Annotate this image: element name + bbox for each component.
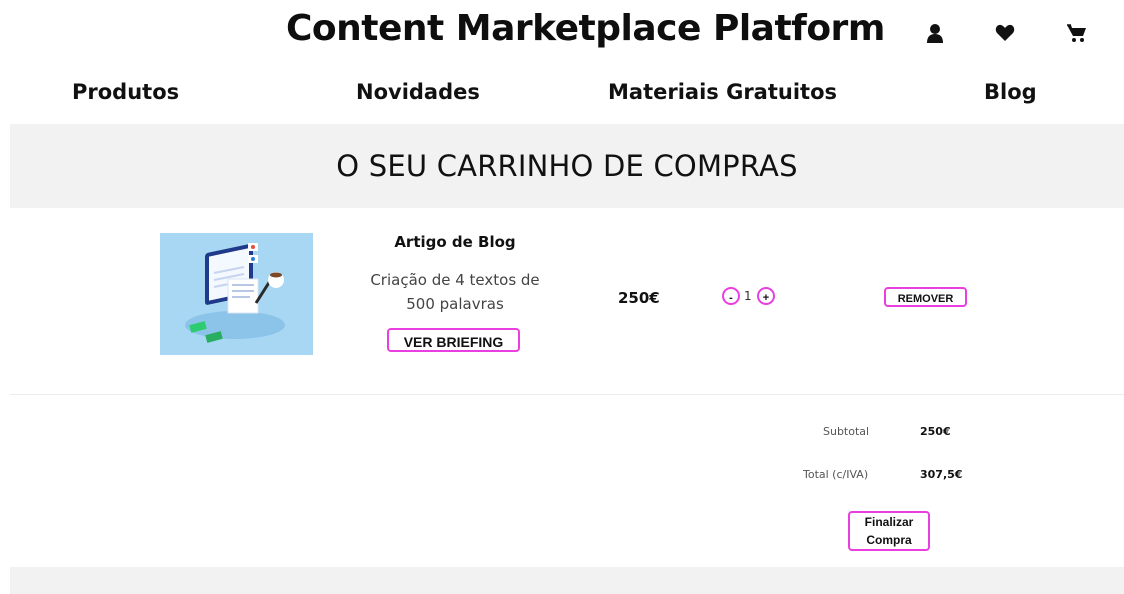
quantity-value: 1	[744, 289, 752, 303]
nav-item-produtos[interactable]: Produtos	[72, 80, 179, 104]
site-header: Content Marketplace Platform	[0, 0, 1124, 70]
item-price: 250€	[618, 289, 660, 307]
view-briefing-button[interactable]: VER BRIEFING	[387, 328, 520, 352]
product-name: Artigo de Blog	[394, 233, 516, 251]
subtotal-label: Subtotal	[823, 425, 870, 438]
nav-item-blog[interactable]: Blog	[984, 80, 1037, 104]
heart-icon[interactable]	[992, 20, 1018, 46]
cart-banner: O SEU CARRINHO DE COMPRAS	[10, 124, 1124, 208]
product-description: Criação de 4 textos de 500 palavras	[370, 271, 540, 313]
total-label: Total (c/IVA)	[803, 468, 869, 481]
total-value: 307,5€	[920, 468, 963, 481]
checkout-button[interactable]: Finalizar Compra	[848, 511, 930, 551]
main-nav: Produtos Novidades Materiais Gratuitos B…	[0, 80, 1124, 110]
divider	[10, 394, 1124, 395]
subtotal-value: 250€	[920, 425, 951, 438]
site-title[interactable]: Content Marketplace Platform	[286, 8, 885, 49]
quantity-decrease-button[interactable]: -	[722, 287, 740, 305]
nav-item-novidades[interactable]: Novidades	[356, 80, 480, 104]
page-title: O SEU CARRINHO DE COMPRAS	[336, 149, 798, 183]
quantity-increase-button[interactable]: +	[757, 287, 775, 305]
nav-item-materiais-gratuitos[interactable]: Materiais Gratuitos	[608, 80, 837, 104]
remove-item-button[interactable]: REMOVER	[884, 287, 967, 307]
footer	[10, 567, 1124, 594]
product-image	[160, 233, 313, 355]
user-icon[interactable]	[922, 20, 948, 46]
cart-icon[interactable]	[1064, 20, 1090, 46]
